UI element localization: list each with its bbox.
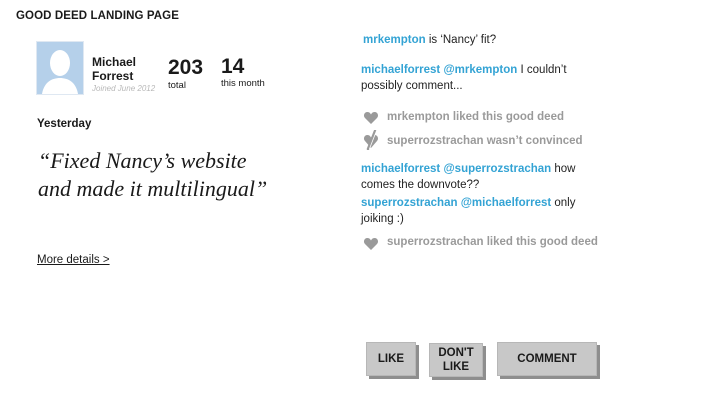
- activity-dislike: superrozstrachan wasn’t convinced: [387, 135, 583, 147]
- comment-author[interactable]: michaelforrest: [361, 64, 440, 76]
- broken-heart-icon: [362, 129, 380, 151]
- comment-author[interactable]: mrkempton: [363, 34, 426, 46]
- activity-like: superrozstrachan liked this good deed: [387, 236, 598, 248]
- like-button[interactable]: LIKE: [366, 342, 416, 376]
- profile-joined: Joined June 2012: [92, 84, 156, 93]
- avatar: [36, 41, 84, 95]
- comment-text: is ‘Nancy’ fit?: [425, 34, 497, 46]
- page-title: GOOD DEED LANDING PAGE: [16, 10, 179, 22]
- comment-mention[interactable]: @michaelforrest: [461, 197, 551, 209]
- comment-item: superrozstrachan @michaelforrest only jo…: [361, 195, 611, 227]
- comment-item: michaelforrest @superrozstrachan how com…: [361, 161, 611, 193]
- comment-button[interactable]: COMMENT: [497, 342, 597, 376]
- activity-like: mrkempton liked this good deed: [387, 111, 564, 123]
- comment-author[interactable]: superrozstrachan: [361, 197, 458, 209]
- deed-date: Yesterday: [37, 118, 92, 130]
- comment-item: michaelforrest @mrkempton I couldn’t pos…: [361, 62, 601, 94]
- deed-quote: “Fixed Nancy’s website and made it multi…: [38, 148, 268, 201]
- total-label: total: [168, 80, 186, 91]
- comment-item: mrkempton is ‘Nancy’ fit?: [363, 32, 496, 48]
- heart-icon: [363, 110, 379, 126]
- profile-name: Michael Forrest: [92, 55, 137, 83]
- dont-like-button[interactable]: DON'T LIKE: [429, 343, 483, 377]
- month-label: this month: [221, 78, 265, 89]
- total-count: 203: [168, 56, 204, 79]
- month-count: 14: [221, 55, 245, 78]
- heart-icon: [363, 236, 379, 252]
- comment-author[interactable]: michaelforrest: [361, 163, 440, 175]
- comment-mention[interactable]: @superrozstrachan: [443, 163, 551, 175]
- comment-mention[interactable]: @mrkempton: [443, 64, 517, 76]
- more-details-link[interactable]: More details >: [37, 254, 110, 266]
